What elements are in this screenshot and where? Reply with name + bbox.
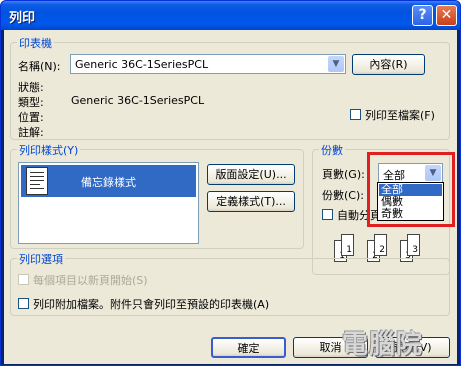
properties-button[interactable]: 內容(R) <box>352 54 425 75</box>
chevron-down-icon: ▼ <box>328 56 344 72</box>
close-icon: ✕ <box>440 7 453 23</box>
collate-page: 2 <box>374 234 387 256</box>
dialog-body: 印表機 名稱(N): Generic 36C-1SeriesPCL ▼ 內容(R… <box>4 30 457 364</box>
collate-page: 1 <box>341 234 354 256</box>
copies-group-label: 份數 <box>319 142 345 158</box>
page-setup-button[interactable]: 版面設定(U)... <box>207 164 295 185</box>
new-page-each-item-checkbox[interactable] <box>18 274 29 285</box>
watermark-logo: 電腦院 <box>342 330 424 360</box>
comment-label: 註解: <box>18 126 44 139</box>
print-attachments-checkbox[interactable] <box>18 298 29 309</box>
close-button[interactable]: ✕ <box>436 5 457 26</box>
print-to-file-checkbox[interactable] <box>350 109 361 120</box>
highlight-box <box>367 152 455 227</box>
printer-name-select[interactable]: Generic 36C-1SeriesPCL ▼ <box>70 54 346 74</box>
print-to-file-label[interactable]: 列印至檔案(F) <box>365 107 435 123</box>
pages-label: 頁數(G): <box>322 168 365 181</box>
print-attachments-label[interactable]: 列印附加檔案。附件只會列印至預設的印表機(A) <box>33 296 269 312</box>
status-label: 狀態: <box>18 81 44 94</box>
collate-checkbox[interactable] <box>322 209 333 220</box>
list-item[interactable]: 備忘錄樣式 <box>21 165 196 197</box>
collate-page: 3 <box>407 234 420 256</box>
print-style-group-label: 列印樣式(Y) <box>17 142 81 158</box>
title-bar[interactable]: 列印 ? ✕ <box>1 1 460 30</box>
location-label: 位置: <box>18 111 44 124</box>
print-options-group-label: 列印選項 <box>17 251 65 267</box>
define-styles-button[interactable]: 定義樣式(T)... <box>207 191 295 212</box>
copies-label: 份數(C): <box>322 189 364 202</box>
printer-name-label: 名稱(N): <box>18 60 61 73</box>
print-options-group: 列印選項 每個項目以新頁開始(S) 列印附加檔案。附件只會列印至預設的印表機(A… <box>10 251 450 316</box>
help-icon: ? <box>418 7 427 23</box>
print-style-list[interactable]: 備忘錄樣式 <box>18 162 199 244</box>
type-value: Generic 36C-1SeriesPCL <box>71 94 205 107</box>
type-label: 類型: <box>18 96 44 109</box>
list-item-label: 備忘錄樣式 <box>81 176 136 189</box>
printer-group: 印表機 名稱(N): Generic 36C-1SeriesPCL ▼ 內容(R… <box>10 35 450 140</box>
help-button[interactable]: ? <box>412 5 433 26</box>
window-title: 列印 <box>9 11 36 26</box>
print-dialog: 列印 ? ✕ 印表機 名稱(N): Generic 36C-1SeriesPCL… <box>0 0 461 366</box>
printer-name-value: Generic 36C-1SeriesPCL <box>75 58 209 71</box>
printer-group-label: 印表機 <box>17 35 54 51</box>
ok-button[interactable]: 確定 <box>211 337 286 358</box>
memo-style-icon <box>26 167 48 195</box>
print-style-group: 列印樣式(Y) 備忘錄樣式 版面設定(U)... 定義樣式(T)... <box>10 142 304 249</box>
new-page-each-item-label[interactable]: 每個項目以新頁開始(S) <box>33 272 148 288</box>
